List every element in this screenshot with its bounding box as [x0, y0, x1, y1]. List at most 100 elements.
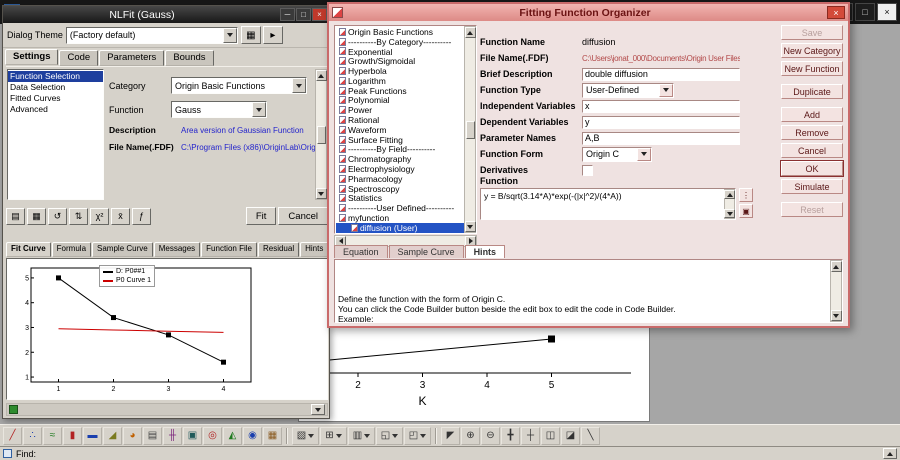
function-editor-scrollbar[interactable]: [724, 189, 735, 219]
draw-tool-icon[interactable]: ╲: [581, 426, 600, 445]
data-selector-tool-icon[interactable]: ◫: [541, 426, 560, 445]
function-type-select[interactable]: User-Defined: [582, 82, 674, 98]
nlfit-bottom-tab[interactable]: Function File: [201, 242, 257, 257]
category-select[interactable]: Origin Basic Functions: [171, 77, 307, 94]
function-tree-item[interactable]: Exponential: [336, 47, 464, 57]
add-layer-icon[interactable]: ▧: [292, 426, 319, 445]
layer-arrange-icon[interactable]: ▥: [348, 426, 375, 445]
nlfit-titlebar[interactable]: NLFit (Gauss) ─ □ ×: [3, 6, 329, 23]
scroll-down-button[interactable]: [315, 188, 327, 199]
area-plot-icon[interactable]: ◢: [103, 426, 122, 445]
function-tree-item[interactable]: ----------By Category----------: [336, 37, 464, 47]
dialog-theme-dropdown-button[interactable]: [222, 27, 237, 43]
data-reader-tool-icon[interactable]: ┼: [521, 426, 540, 445]
scroll-down-button[interactable]: [830, 310, 842, 321]
app-window-control-button[interactable]: □: [855, 3, 875, 21]
scrollbar-thumb[interactable]: [465, 120, 475, 139]
sort-parameters-icon[interactable]: ⇅: [69, 207, 88, 225]
save-function-icon[interactable]: ▦: [27, 207, 46, 225]
function-tree-item[interactable]: Hyperbola: [336, 66, 464, 76]
function-icon[interactable]: ƒ: [132, 207, 151, 225]
tree-scrollbar[interactable]: [464, 26, 476, 233]
ffo-action-button[interactable]: Simulate: [781, 179, 843, 194]
scroll-up-button[interactable]: [315, 70, 327, 81]
ffo-bottom-tab[interactable]: Sample Curve: [388, 245, 464, 258]
dialog-theme-select[interactable]: (Factory default): [65, 26, 238, 44]
status-scroll-button[interactable]: [883, 448, 897, 459]
zoom-out-tool-icon[interactable]: ⊖: [481, 426, 500, 445]
inset-graph-icon[interactable]: ▣: [183, 426, 202, 445]
pie-chart-icon[interactable]: ◕: [123, 426, 142, 445]
code-builder-button[interactable]: ⋮: [739, 188, 753, 202]
settings-section-item[interactable]: Data Selection: [8, 82, 103, 93]
function-tree-item[interactable]: ----------By Field----------: [336, 144, 464, 154]
function-tree-item[interactable]: Logarithm: [336, 76, 464, 86]
nlfit-bottom-tab[interactable]: Hints: [300, 242, 329, 257]
mask-tool-icon[interactable]: ◪: [561, 426, 580, 445]
nlfit-bottom-tab[interactable]: Messages: [153, 242, 201, 257]
scroll-up-button[interactable]: [464, 27, 476, 38]
ffo-bottom-tab[interactable]: Equation: [334, 245, 388, 258]
function-form-select[interactable]: Origin C: [582, 146, 652, 162]
template-plot-icon[interactable]: ▦: [263, 426, 282, 445]
scroll-down-button[interactable]: [724, 209, 735, 218]
line-symbol-plot-icon[interactable]: ≈: [43, 426, 62, 445]
nlfit-bottom-tab[interactable]: Sample Curve: [92, 242, 153, 257]
function-tree-item[interactable]: Peak Functions: [336, 86, 464, 96]
function-form-dropdown-button[interactable]: [637, 147, 651, 161]
function-tree-item[interactable]: myfunction: [336, 213, 464, 223]
add-graph-icon[interactable]: ⊞: [320, 426, 347, 445]
line-plot-icon[interactable]: ╱: [3, 426, 22, 445]
function-tree-item[interactable]: diffusion (User): [336, 223, 464, 233]
settings-section-item[interactable]: Fitted Curves: [8, 93, 103, 104]
axis-scale-icon[interactable]: ◱: [376, 426, 403, 445]
fit-button[interactable]: Fit: [245, 207, 277, 225]
function-dropdown-button[interactable]: [252, 102, 266, 117]
derivatives-checkbox[interactable]: [582, 164, 593, 176]
ffo-close-button[interactable]: ×: [827, 6, 845, 19]
app-window-control-button[interactable]: ×: [877, 3, 897, 21]
polar-plot-icon[interactable]: ◎: [203, 426, 222, 445]
scatter-plot-icon[interactable]: ∴: [23, 426, 42, 445]
nlfit-tab[interactable]: Settings: [5, 49, 59, 65]
nlfit-bottom-tab[interactable]: Formula: [51, 242, 92, 257]
rescale-icon[interactable]: ◰: [404, 426, 431, 445]
ffo-action-button[interactable]: Cancel: [781, 143, 843, 158]
nlfit-tab[interactable]: Parameters: [99, 50, 165, 66]
ffo-bottom-tab[interactable]: Hints: [464, 245, 506, 258]
scrollbar-thumb[interactable]: [316, 125, 326, 144]
function-body-editor[interactable]: y = B/sqrt(3.14*A)*exp(-(|x|^2)/(4*A)): [480, 188, 736, 220]
function-tree-item[interactable]: ----------User Defined----------: [336, 203, 464, 213]
bubble-plot-icon[interactable]: ◉: [243, 426, 262, 445]
settings-section-item[interactable]: Advanced: [8, 104, 103, 115]
report-settings-icon[interactable]: ▤: [6, 207, 25, 225]
function-tree-item[interactable]: Spectroscopy: [336, 184, 464, 194]
scroll-down-button[interactable]: [464, 221, 476, 232]
function-select[interactable]: Gauss: [171, 101, 267, 118]
ffo-action-button[interactable]: Reset: [781, 202, 843, 217]
ffo-action-button[interactable]: New Function: [781, 61, 843, 76]
nlfit-bottom-tab[interactable]: Fit Curve: [6, 242, 51, 257]
function-tree-item[interactable]: Chromatography: [336, 154, 464, 164]
function-tree-item[interactable]: Statistics: [336, 193, 464, 203]
hints-scrollbar[interactable]: [830, 260, 842, 322]
column-plot-icon[interactable]: ▮: [63, 426, 82, 445]
ffo-action-button[interactable]: OK: [780, 160, 844, 177]
save-theme-button[interactable]: ▦: [240, 26, 261, 44]
function-tree-item[interactable]: Electrophysiology: [336, 164, 464, 174]
ffo-action-button[interactable]: Add: [781, 107, 843, 122]
residuals-icon[interactable]: x̄: [111, 207, 130, 225]
nlfit-bottom-tab[interactable]: Residual: [257, 242, 300, 257]
brief-description-input[interactable]: double diffusion: [582, 67, 740, 81]
ffo-action-button[interactable]: Remove: [781, 125, 843, 140]
ffo-action-button[interactable]: Duplicate: [781, 84, 843, 99]
scroll-up-button[interactable]: [724, 190, 735, 199]
ffo-action-button[interactable]: Save: [781, 25, 843, 40]
zoom-in-tool-icon[interactable]: ⊕: [461, 426, 480, 445]
bar-plot-icon[interactable]: ▬: [83, 426, 102, 445]
independent-variables-input[interactable]: x: [582, 99, 740, 113]
parameter-names-input[interactable]: A,B: [582, 131, 740, 145]
nlfit-tab[interactable]: Bounds: [165, 50, 214, 66]
function-tree-item[interactable]: Power: [336, 105, 464, 115]
cancel-button[interactable]: Cancel: [278, 207, 328, 225]
